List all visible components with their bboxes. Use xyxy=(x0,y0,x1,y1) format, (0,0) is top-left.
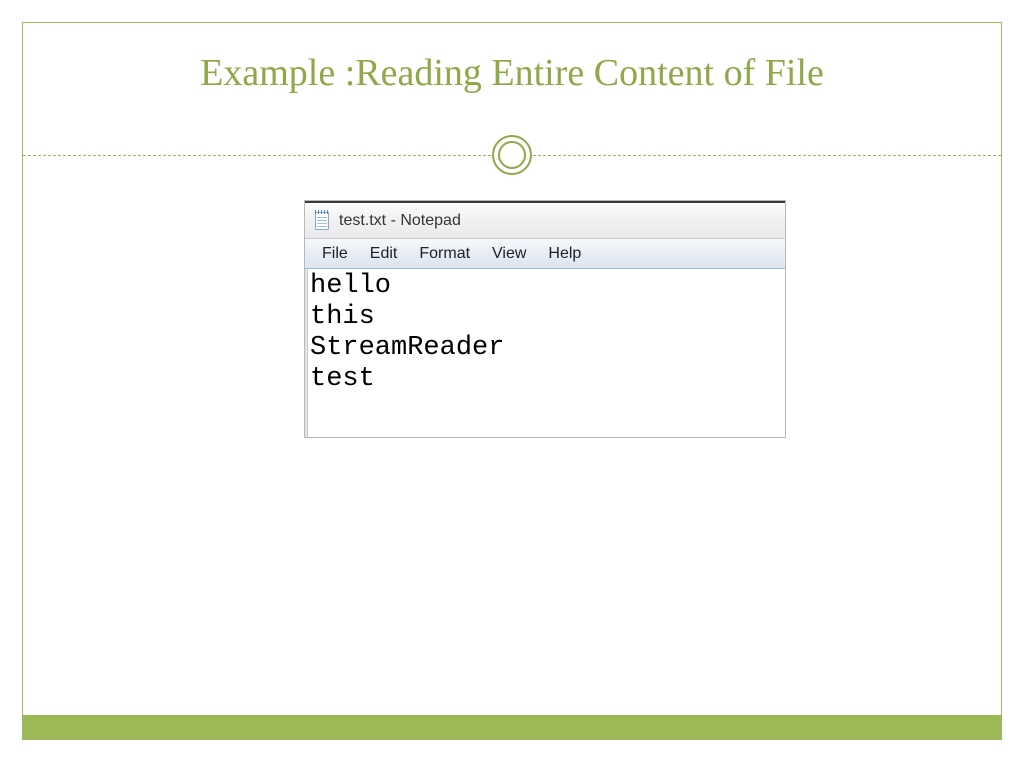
notepad-icon xyxy=(313,211,331,231)
notepad-menubar: File Edit Format View Help xyxy=(305,239,785,269)
divider-circle xyxy=(492,135,532,175)
menu-file[interactable]: File xyxy=(311,242,359,266)
slide-frame: Example :Reading Entire Content of File … xyxy=(22,22,1002,740)
menu-format[interactable]: Format xyxy=(408,242,481,266)
menu-edit[interactable]: Edit xyxy=(359,242,409,266)
notepad-content-area: hello this StreamReader test xyxy=(305,269,785,437)
menu-view[interactable]: View xyxy=(481,242,537,266)
notepad-text[interactable]: hello this StreamReader test xyxy=(308,269,506,437)
slide-title: Example :Reading Entire Content of File xyxy=(23,51,1001,95)
divider-circle-inner xyxy=(498,141,526,169)
slide-bottom-bar xyxy=(23,715,1001,739)
notepad-title-text: test.txt - Notepad xyxy=(339,212,461,230)
notepad-window: test.txt - Notepad File Edit Format View… xyxy=(305,201,785,437)
title-divider xyxy=(23,135,1001,175)
notepad-titlebar: test.txt - Notepad xyxy=(305,203,785,239)
menu-help[interactable]: Help xyxy=(537,242,592,266)
